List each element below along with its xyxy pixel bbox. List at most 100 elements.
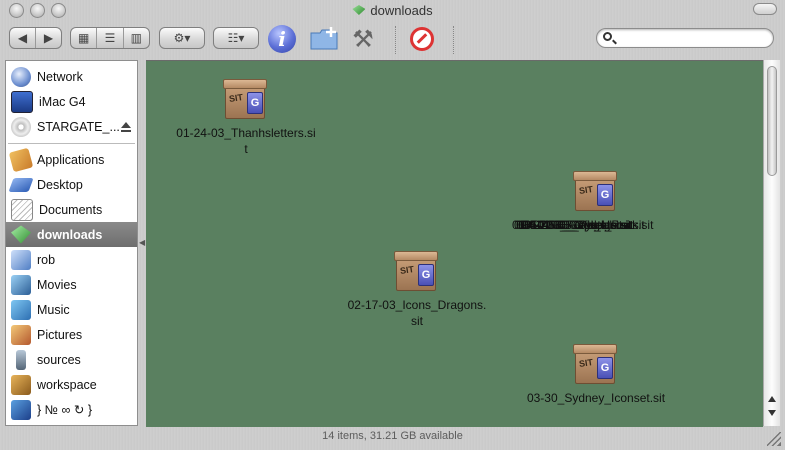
file-item[interactable]: SIT G 02-17-03_Icons_Dragons. sit — [327, 251, 507, 329]
toolbar-separator — [395, 26, 396, 54]
sidebar-item-label: Pictures — [37, 327, 83, 342]
scrollbar-thumb[interactable] — [767, 66, 777, 176]
sidebar-item-pictures[interactable]: Pictures — [6, 322, 137, 347]
book-icon — [11, 399, 31, 420]
gear-icon: ⚙▾ — [173, 31, 191, 45]
sidebar-divider — [8, 143, 135, 144]
sidebar-splitter-handle[interactable]: ◀ — [139, 238, 145, 247]
overlapping-file-names: 01-04-03_Folders.sit 02-10-03_Cafe_Icons… — [496, 217, 676, 233]
search-input[interactable] — [617, 30, 771, 48]
scroll-up-icon[interactable] — [768, 396, 776, 402]
sidebar-item-label: Applications — [37, 152, 105, 167]
info-icon: i — [278, 27, 286, 51]
delete-icon[interactable] — [410, 27, 434, 51]
sidebar-item-label: Network — [37, 69, 83, 84]
icon-view-button[interactable]: ▦ — [71, 28, 98, 48]
action-menu-button[interactable]: ⚙▾ — [159, 27, 205, 49]
sidebar-item-label: Desktop — [37, 177, 83, 192]
status-bar: 14 items, 31.21 GB available — [0, 428, 785, 450]
sidebar-item-applications[interactable]: Applications — [6, 147, 137, 172]
vertical-scrollbar[interactable] — [763, 60, 780, 426]
documents-icon — [11, 198, 33, 221]
sidebar-item-downloads[interactable]: downloads — [6, 222, 137, 247]
file-name: 02-17-03_Icons_Dragons. — [347, 298, 487, 312]
file-item[interactable]: SIT G 03-30_Sydney_Iconset.sit — [506, 344, 686, 406]
network-icon — [11, 66, 31, 87]
toolbar: ◀ ▶ ▦ ☰ ▥ ⚙▾ ☷▾ i ⚒ — [0, 22, 785, 58]
sidebar-item-label: sources — [37, 352, 81, 367]
title-bar[interactable]: downloads — [0, 0, 785, 22]
sources-icon — [16, 349, 26, 370]
back-forward-control: ◀ ▶ — [9, 27, 62, 49]
sidebar-item-label: Movies — [37, 277, 77, 292]
stuffit-archive-icon: SIT G — [573, 344, 619, 386]
applications-icon — [8, 147, 34, 172]
sidebar-item-label: workspace — [37, 377, 97, 392]
sidebar-item-label: Documents — [39, 202, 103, 217]
arrow-right-icon: ▶ — [43, 31, 54, 45]
file-icon-view: SIT G 01-24-03_Thanhsletters.si t SIT G 01… — [146, 60, 763, 427]
movies-icon — [11, 274, 31, 295]
arrow-left-icon: ◀ — [17, 31, 28, 45]
music-icon — [11, 299, 31, 320]
computer-icon — [11, 90, 33, 113]
sidebar-item-label: rob — [37, 252, 56, 267]
list-view-button[interactable]: ☰ — [97, 28, 124, 48]
home-icon — [11, 249, 31, 270]
file-name: 03-30_Sydney_Iconset.sit — [526, 391, 666, 405]
arrange-icon: ☷▾ — [227, 31, 245, 45]
file-item[interactable]: SIT G 01-24-03_Thanhsletters.si t — [156, 79, 336, 157]
scroll-down-icon[interactable] — [768, 410, 776, 416]
sidebar-item-label: downloads — [37, 227, 103, 242]
list-view-icon: ☰ — [104, 31, 116, 45]
sidebar-item-network[interactable]: Network — [6, 64, 137, 89]
sidebar-item-rob[interactable]: rob — [6, 247, 137, 272]
back-button[interactable]: ◀ — [10, 28, 36, 48]
column-view-button[interactable]: ▥ — [124, 28, 149, 48]
sidebar-item-workspace[interactable]: workspace — [6, 372, 137, 397]
sidebar-item-book[interactable]: } № ∞ ↻ } — [6, 397, 137, 422]
downloads-icon — [11, 225, 31, 244]
status-text: 14 items, 31.21 GB available — [322, 430, 463, 442]
pictures-icon — [11, 324, 31, 345]
forward-button[interactable]: ▶ — [36, 28, 61, 48]
desktop-icon — [8, 177, 34, 192]
sidebar-item-label: } № ∞ ↻ } — [37, 403, 93, 417]
window-title-text: downloads — [370, 3, 433, 18]
file-name: 05-05-03_Pixel_Pack.sit — [524, 218, 654, 232]
new-folder-icon[interactable] — [309, 27, 339, 51]
get-info-button[interactable]: i — [268, 25, 296, 53]
stuffit-archive-icon: SIT G — [394, 251, 440, 293]
dvd-icon — [11, 116, 31, 137]
search-icon — [603, 32, 612, 41]
resize-grip-icon[interactable] — [767, 432, 781, 446]
sidebar-item-label: iMac G4 — [39, 94, 86, 109]
view-control: ▦ ☰ ▥ — [70, 27, 150, 49]
tools-icon[interactable]: ⚒ — [348, 26, 378, 54]
sidebar-item-imac[interactable]: iMac G4 — [6, 89, 137, 114]
icon-view-icon: ▦ — [77, 31, 90, 45]
toolbar-toggle-button[interactable] — [753, 3, 777, 15]
sidebar-item-label: STARGATE_... — [37, 119, 120, 134]
sidebar-item-sources[interactable]: sources — [6, 347, 137, 372]
file-name: sit — [411, 314, 423, 328]
window-title: downloads — [0, 3, 785, 18]
file-item-stack[interactable]: SIT G 01-04-03_Folders.sit 02-10-03_Cafe_… — [506, 171, 686, 233]
sidebar-item-documents[interactable]: Documents — [6, 197, 137, 222]
sidebar: Network iMac G4 STARGATE_... Application… — [5, 60, 138, 426]
sidebar-item-label: Music — [37, 302, 70, 317]
eject-icon[interactable] — [121, 121, 131, 132]
toolbar-separator — [453, 26, 454, 54]
file-name: t — [244, 142, 248, 156]
sidebar-item-music[interactable]: Music — [6, 297, 137, 322]
finder-window: downloads ◀ ▶ ▦ ☰ ▥ ⚙▾ ☷▾ i ⚒ Network iM… — [0, 0, 785, 450]
search-field[interactable] — [596, 28, 774, 48]
sidebar-item-desktop[interactable]: Desktop — [6, 172, 137, 197]
workspace-icon — [11, 374, 31, 395]
stuffit-archive-icon: SIT G — [223, 79, 269, 121]
sidebar-item-movies[interactable]: Movies — [6, 272, 137, 297]
file-name: 01-24-03_Thanhsletters.si — [176, 126, 316, 140]
sidebar-item-stargate[interactable]: STARGATE_... — [6, 114, 137, 139]
folder-gem-icon — [352, 5, 366, 15]
arrange-menu-button[interactable]: ☷▾ — [213, 27, 259, 49]
